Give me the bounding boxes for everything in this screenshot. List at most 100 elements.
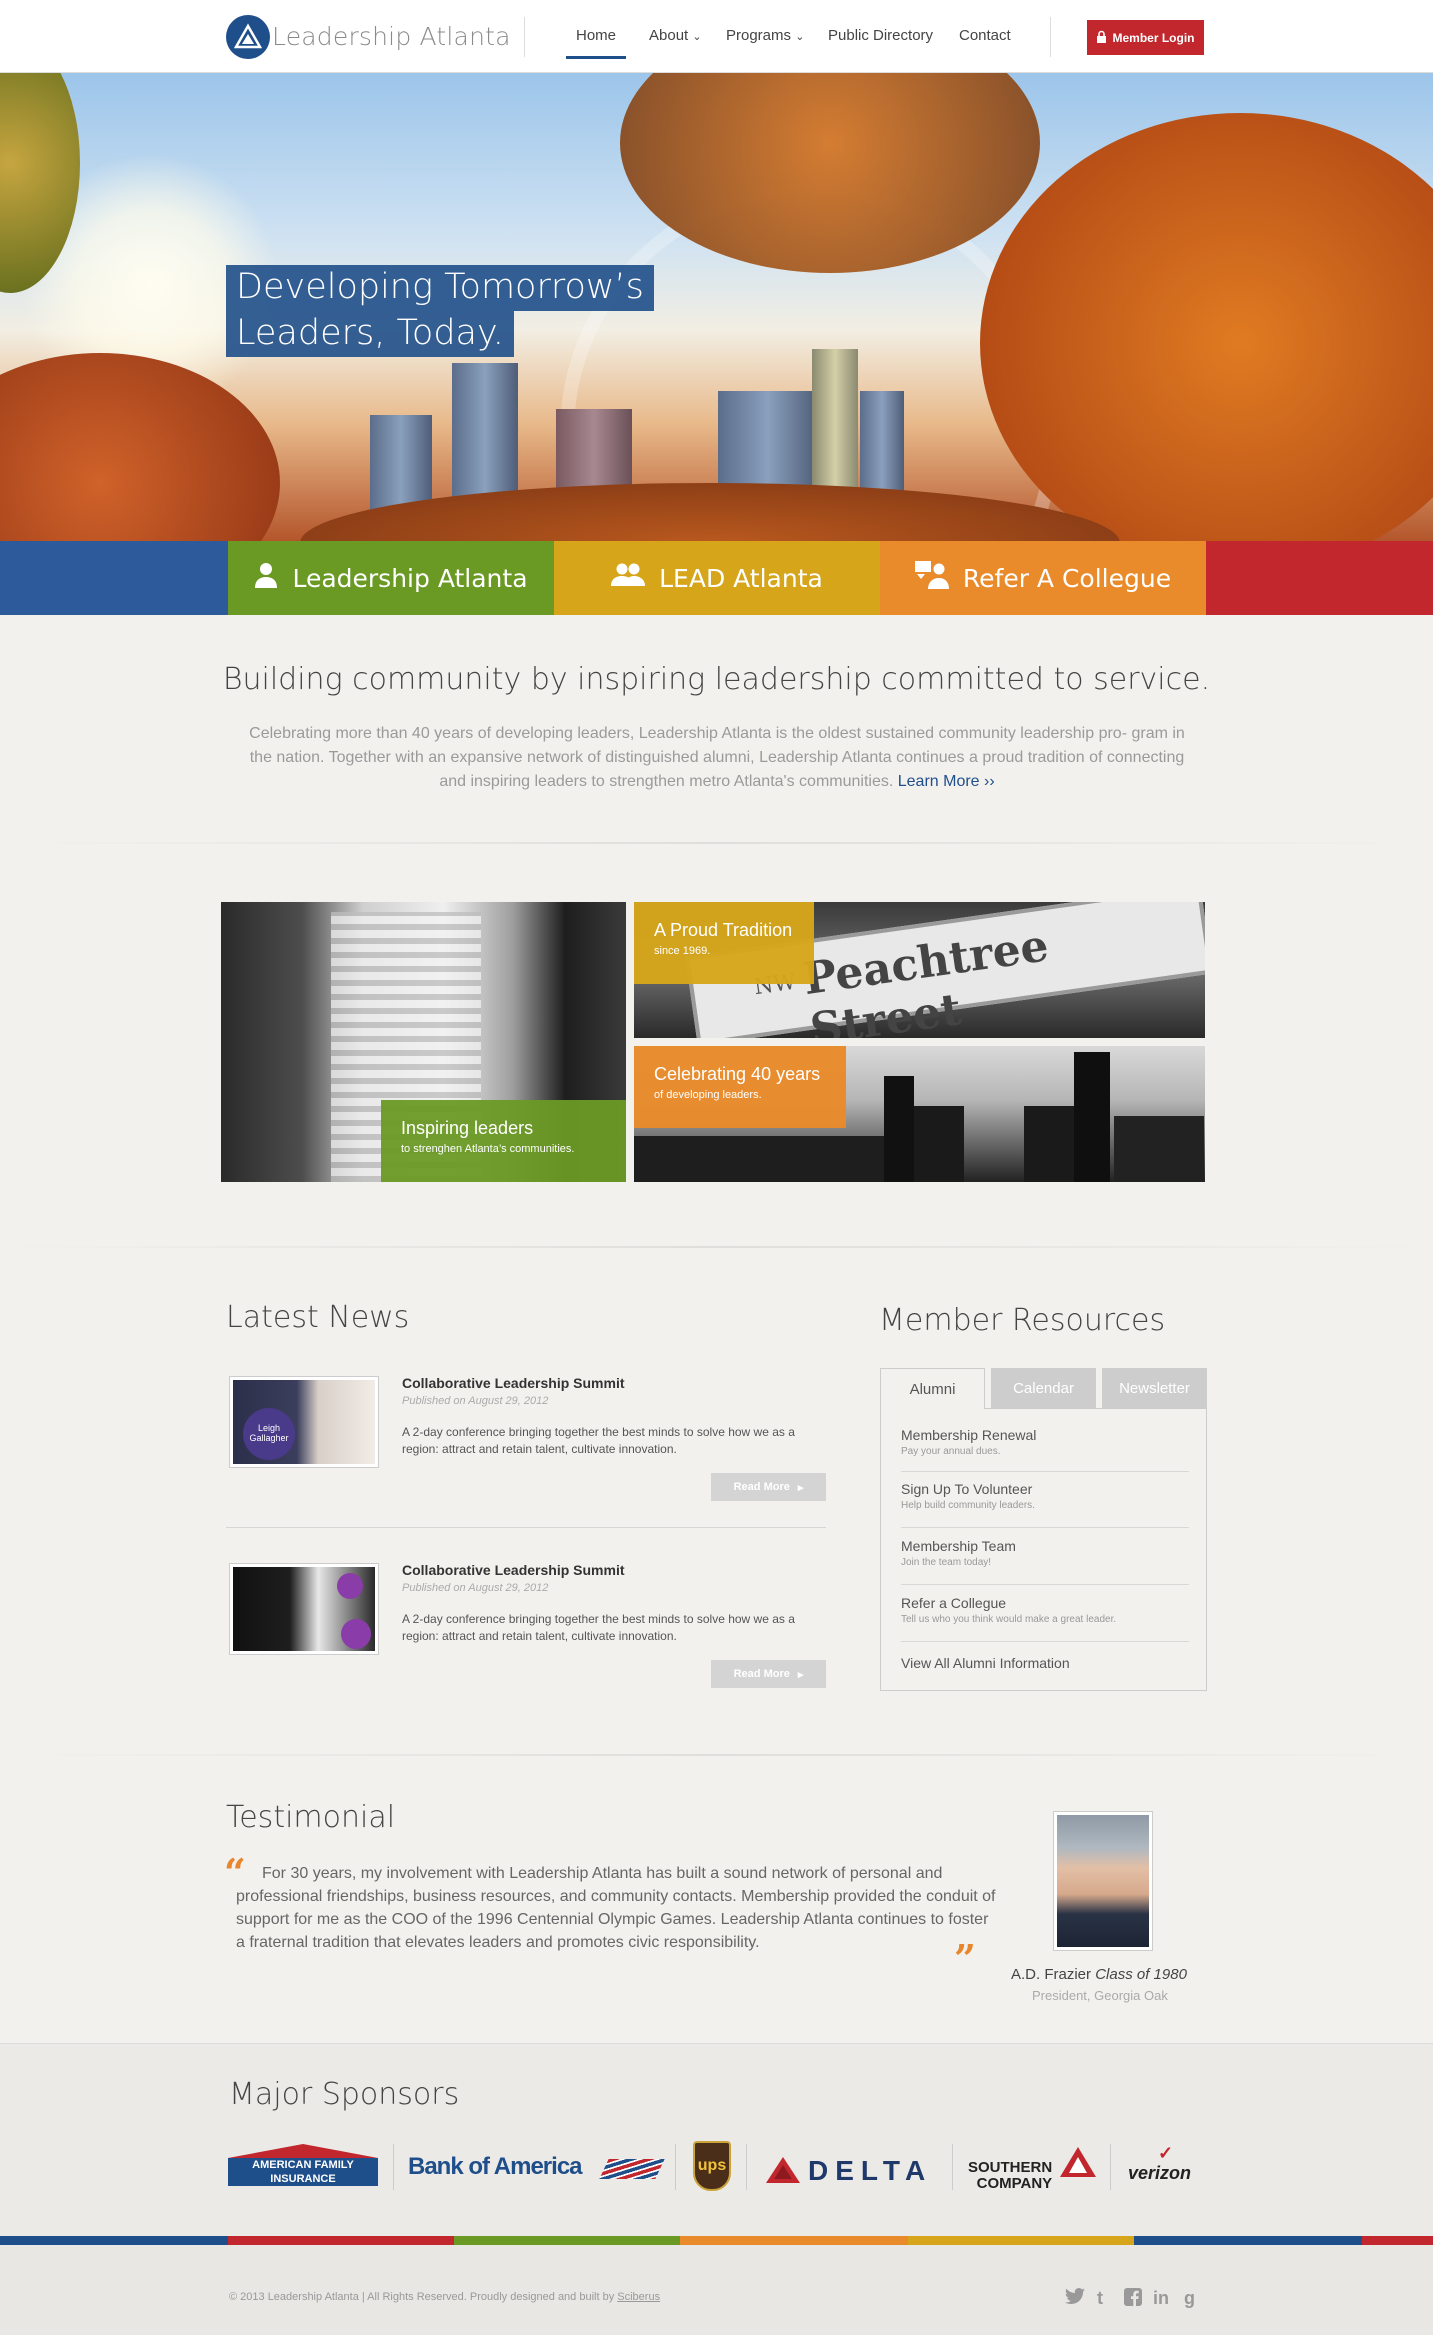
- resource-item[interactable]: Membership Renewal Pay your annual dues.: [901, 1427, 1189, 1472]
- caption-subtitle: to strenghen Atlanta’s communities.: [401, 1143, 575, 1155]
- member-login-button[interactable]: Member Login: [1087, 20, 1204, 55]
- street-sign-photo: NW Peachtree Street A Proud Tradition si…: [634, 902, 1205, 1038]
- author-title: President, Georgia Oak: [1032, 1988, 1168, 2003]
- member-login-label: Member Login: [1112, 30, 1195, 45]
- resource-item[interactable]: Membership Team Join the team today!: [901, 1538, 1189, 1585]
- street-sign-text: Peachtree Street: [800, 920, 1052, 1038]
- site-footer: © 2013 Leadership Atlanta | All Rights R…: [0, 2245, 1433, 2335]
- news-date: Published on August 29, 2012: [402, 1395, 549, 1407]
- nav-contact[interactable]: Contact: [959, 27, 1011, 44]
- read-more-button[interactable]: Read More ▸: [711, 1660, 826, 1688]
- skyline-silhouette: [634, 1136, 884, 1182]
- tab-refer-a-collegue[interactable]: Refer A Collegue: [880, 541, 1206, 615]
- building-photo: Inspiring leaders to strenghen Atlanta’s…: [221, 902, 626, 1182]
- news-headline[interactable]: Collaborative Leadership Summit: [402, 1375, 625, 1391]
- brand-name[interactable]: Leadership Atlanta: [272, 22, 511, 51]
- stripe-orange: [680, 2236, 908, 2245]
- tumblr-icon[interactable]: t: [1097, 2288, 1103, 2309]
- sciberus-link[interactable]: Sciberus: [617, 2291, 660, 2303]
- resource-subtitle: Pay your annual dues.: [901, 1446, 1001, 1457]
- southern-company-logo[interactable]: SOUTHERN COMPANY: [968, 2160, 1052, 2192]
- hero-title: Developing Tomorrow’s Leaders, Today.: [226, 265, 654, 357]
- testimonial-author: A.D. Frazier Class of 1980: [1011, 1966, 1187, 1983]
- chevron-down-icon: ⌄: [795, 31, 805, 43]
- news-headline[interactable]: Collaborative Leadership Summit: [402, 1562, 625, 1578]
- sponsor-divider: [746, 2144, 747, 2190]
- resource-item[interactable]: Refer a Collegue Tell us who you think w…: [901, 1595, 1189, 1642]
- tab-newsletter[interactable]: Newsletter: [1102, 1368, 1207, 1408]
- read-more-label: Read More: [733, 1668, 790, 1680]
- sponsors-heading: Major Sponsors: [229, 2077, 460, 2112]
- testimonial-heading: Testimonial: [226, 1800, 396, 1835]
- nav-programs-label: Programs: [726, 27, 792, 44]
- skyline-photo: Celebrating 40 years of developing leade…: [634, 1046, 1205, 1182]
- skyline-silhouette: [914, 1106, 964, 1182]
- read-more-button[interactable]: Read More ▸: [711, 1473, 826, 1501]
- color-block-red: [1206, 541, 1433, 615]
- stripe-blue: [1134, 2236, 1362, 2245]
- flag-icon: [599, 2159, 665, 2179]
- news-thumbnail[interactable]: [229, 1563, 379, 1655]
- stripe-red: [228, 2236, 454, 2245]
- twitter-bird-icon[interactable]: [1064, 2288, 1085, 2309]
- nav-about[interactable]: About ⌄: [649, 27, 702, 44]
- tab-lead-atlanta[interactable]: LEAD Atlanta: [554, 541, 880, 615]
- testimonial-portrait: [1053, 1811, 1153, 1951]
- close-quote-icon: ”: [954, 1936, 976, 1981]
- resource-title: Refer a Collegue: [901, 1595, 1007, 1611]
- news-summary: A 2-day conference bringing together the…: [402, 1612, 795, 1643]
- badge-circle: [337, 1573, 363, 1599]
- tab-refer-a-collegue-label: Refer A Collegue: [962, 563, 1172, 593]
- author-class: Class of 1980: [1095, 1966, 1187, 1983]
- news-thumbnail[interactable]: Leigh Gallagher: [229, 1376, 379, 1468]
- google-icon[interactable]: g: [1184, 2288, 1195, 2309]
- view-all-alumni-link[interactable]: View All Alumni Information: [901, 1655, 1070, 1671]
- bank-of-america-logo[interactable]: Bank of America: [408, 2153, 583, 2181]
- hero-title-line1: Developing Tomorrow’s: [226, 265, 654, 311]
- speaker-badge: Leigh Gallagher: [243, 1408, 295, 1460]
- lock-icon: [1096, 30, 1107, 46]
- american-family-logo[interactable]: AMERICAN FAMILY INSURANCE: [228, 2144, 378, 2188]
- resource-title: Membership Team: [901, 1538, 1016, 1554]
- stripe-blue: [0, 2236, 228, 2245]
- news-summary: A 2-day conference bringing together the…: [402, 1425, 795, 1456]
- group-icon: [611, 562, 646, 594]
- nav-home[interactable]: Home: [566, 27, 626, 59]
- chevron-down-icon: ⌄: [692, 31, 702, 43]
- tab-calendar[interactable]: Calendar: [991, 1368, 1096, 1408]
- section-border: [0, 2043, 1433, 2044]
- sponsor-divider: [952, 2144, 953, 2190]
- southern-triangle-icon: [1060, 2147, 1096, 2182]
- testimonial-quote: For 30 years, my involvement with Leader…: [236, 1865, 996, 1951]
- logo-icon[interactable]: [226, 15, 270, 59]
- facebook-icon[interactable]: [1124, 2288, 1142, 2311]
- nav-programs[interactable]: Programs ⌄: [726, 27, 804, 44]
- linkedin-icon[interactable]: in: [1153, 2288, 1169, 2309]
- nav-about-label: About: [649, 27, 689, 44]
- tab-leadership-atlanta[interactable]: Leadership Atlanta: [228, 541, 554, 615]
- bank-of-america-text: Bank of America: [408, 2153, 583, 2180]
- resource-title: Sign Up To Volunteer: [901, 1481, 1033, 1497]
- site-header: Leadership Atlanta Home About ⌄ Programs…: [0, 0, 1433, 73]
- resource-item[interactable]: Sign Up To Volunteer Help build communit…: [901, 1481, 1189, 1528]
- sponsors-section: Major Sponsors AMERICAN FAMILY INSURANCE …: [0, 2043, 1433, 2238]
- tree-foliage: [980, 113, 1433, 541]
- learn-more-link[interactable]: Learn More ››: [898, 773, 995, 790]
- alumni-panel: Membership Renewal Pay your annual dues.…: [880, 1408, 1207, 1691]
- skyline-silhouette: [1024, 1106, 1074, 1182]
- member-resources-heading: Member Resources: [879, 1303, 1166, 1338]
- caption-title: Inspiring leaders: [401, 1118, 534, 1138]
- nav-public-directory[interactable]: Public Directory: [828, 27, 933, 44]
- resource-subtitle: Join the team today!: [901, 1557, 992, 1568]
- intro-body-text: Celebrating more than 40 years of develo…: [249, 725, 1185, 790]
- american-family-text: AMERICAN FAMILY: [252, 2159, 354, 2171]
- inspiring-leaders-caption: Inspiring leaders to strenghen Atlanta’s…: [381, 1100, 626, 1182]
- insurance-text: INSURANCE: [270, 2173, 336, 2185]
- copyright-text: © 2013 Leadership Atlanta | All Rights R…: [229, 2291, 660, 2303]
- tab-alumni[interactable]: Alumni: [880, 1368, 985, 1409]
- arrow-right-icon: ▸: [797, 1481, 804, 1494]
- caption-title: Celebrating 40 years: [654, 1064, 821, 1084]
- company-text: COMPANY: [976, 2175, 1053, 2192]
- hero-banner: Developing Tomorrow’s Leaders, Today.: [0, 73, 1433, 541]
- ups-logo[interactable]: ups: [693, 2141, 731, 2191]
